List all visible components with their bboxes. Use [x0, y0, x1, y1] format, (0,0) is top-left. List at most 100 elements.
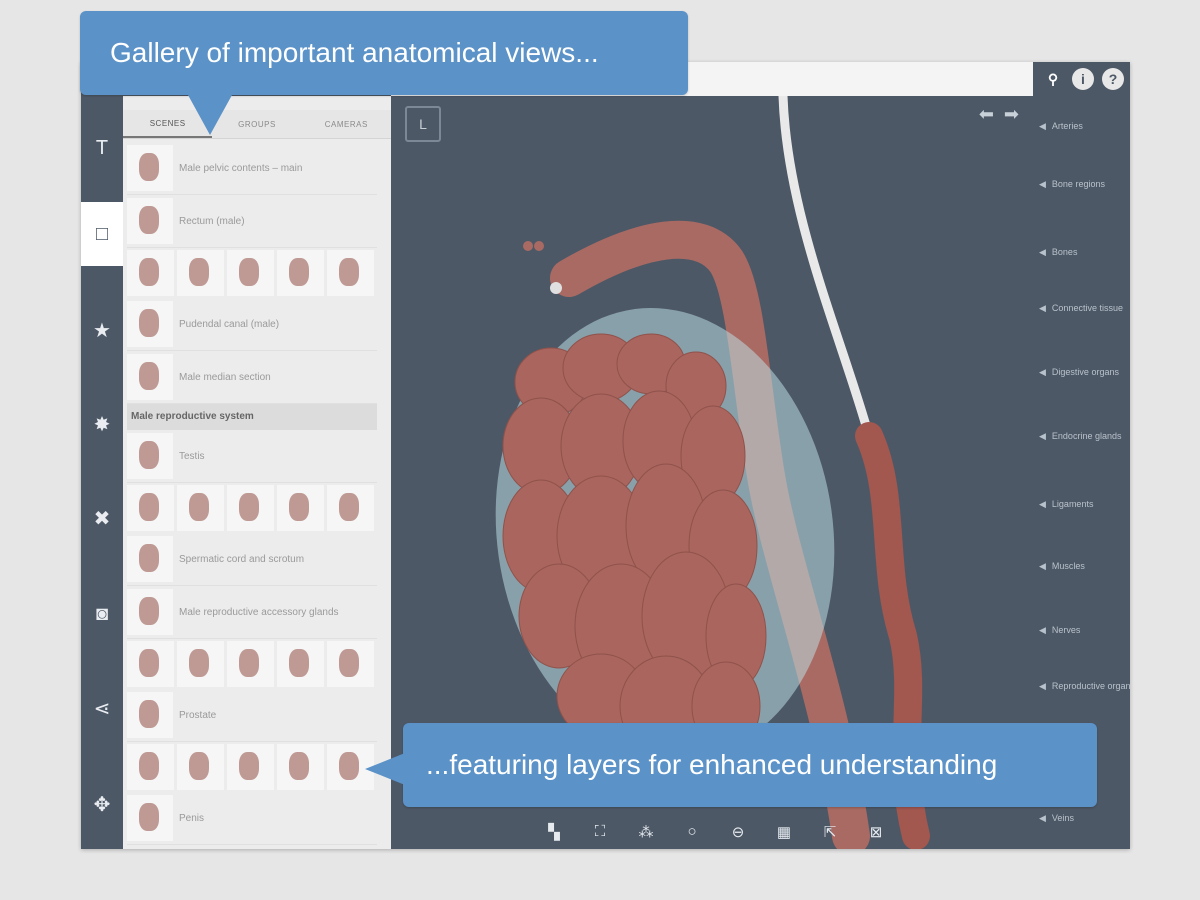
layer-thumbnail[interactable]	[327, 250, 374, 296]
isolate-icon[interactable]: ▚	[541, 823, 567, 841]
layer-thumbnail[interactable]	[227, 485, 274, 531]
camera-icon[interactable]: ◙	[81, 582, 123, 646]
menu-label: Arteries	[1051, 121, 1083, 131]
callout-pointer	[365, 753, 405, 785]
tool-glyph: ⊖	[731, 824, 745, 841]
hide-icon[interactable]: ⊖	[725, 823, 751, 841]
layer-thumbnail[interactable]	[177, 641, 224, 687]
star-icon[interactable]: ★	[81, 298, 123, 362]
menu-label: Reproductive organs	[1051, 681, 1130, 691]
search-icon[interactable]: ⚲	[1042, 68, 1064, 90]
layer-thumbnail[interactable]	[127, 485, 174, 531]
layer-thumbnail[interactable]	[277, 744, 324, 790]
layer-thumbnail[interactable]	[277, 250, 324, 296]
menu-label: Bone regions	[1051, 179, 1105, 189]
tab-cameras[interactable]: CAMERAS	[302, 110, 391, 138]
menu-item-veins[interactable]: ◀ Veins	[1033, 812, 1130, 824]
layer-thumbnail[interactable]	[127, 250, 174, 296]
chevron-left-icon: ◀	[1039, 247, 1046, 257]
text-icon[interactable]: T	[81, 116, 123, 180]
reset-icon[interactable]: ⊠	[863, 823, 889, 841]
tool-glyph: ⇱	[823, 824, 837, 841]
menu-item-muscles[interactable]: ◀ Muscles	[1033, 560, 1130, 572]
chevron-left-icon: ◀	[1039, 813, 1046, 823]
layer-thumbnail[interactable]	[177, 250, 224, 296]
fit-icon[interactable]: ⛶	[587, 823, 613, 841]
list-item[interactable]: Testis	[127, 430, 377, 483]
scene-thumbnail	[127, 589, 173, 635]
list-item[interactable]: Male median section	[127, 351, 377, 404]
scene-thumbnail	[127, 198, 173, 244]
tool-glyph: ⊠	[869, 824, 883, 841]
layer-thumbnail[interactable]	[327, 641, 374, 687]
list-item[interactable]: Male reproductive accessory glands	[127, 586, 377, 639]
list-item[interactable]: Prostate	[127, 689, 377, 742]
list-item[interactable]: Male pelvic contents – main	[127, 142, 377, 195]
list-item[interactable]: Pudendal canal (male)	[127, 298, 377, 351]
section-header: Male reproductive system	[127, 404, 377, 430]
menu-label: Digestive organs	[1051, 367, 1119, 377]
list-item[interactable]: Penis	[127, 792, 377, 845]
tools-icon[interactable]: ✖	[81, 486, 123, 550]
layer-thumbnail[interactable]	[227, 250, 274, 296]
menu-item-connective-tissue[interactable]: ◀ Connective tissue	[1033, 302, 1130, 314]
tool-glyph: ⛶	[594, 823, 606, 840]
menu-item-digestive-organs[interactable]: ◀ Digestive organs	[1033, 366, 1130, 378]
layer-thumbnail[interactable]	[177, 744, 224, 790]
info-icon[interactable]: i	[1072, 68, 1094, 90]
scene-label: Male median section	[179, 371, 271, 383]
layer-thumbnail[interactable]	[327, 485, 374, 531]
scene-label: Penis	[179, 812, 205, 824]
scene-label: Pudendal canal (male)	[179, 318, 280, 330]
explode-icon[interactable]: ⁂	[633, 823, 659, 841]
layer-thumbnail[interactable]	[277, 485, 324, 531]
layer-thumbnail[interactable]	[127, 641, 174, 687]
layer-thumbnail[interactable]	[127, 744, 174, 790]
scene-label: Testis	[179, 450, 205, 462]
chevron-left-icon: ◀	[1039, 625, 1046, 635]
menu-item-reproductive-organs[interactable]: ◀ Reproductive organs	[1033, 680, 1130, 692]
menu-item-arteries[interactable]: ◀ Arteries	[1033, 120, 1130, 132]
menu-item-nerves[interactable]: ◀ Nerves	[1033, 624, 1130, 636]
scene-thumbnail	[127, 795, 173, 841]
menu-label: Ligaments	[1051, 499, 1094, 509]
layer-thumbnail[interactable]	[277, 641, 324, 687]
menu-label: Nerves	[1051, 625, 1081, 635]
bottom-callout: ...featuring layers for enhanced underst…	[365, 723, 1097, 807]
chevron-left-icon: ◀	[1039, 303, 1046, 313]
chevron-left-icon: ◀	[1039, 179, 1046, 189]
menu-item-endocrine-glands[interactable]: ◀ Endocrine glands	[1033, 430, 1130, 442]
list-item[interactable]: Spermatic cord and scrotum	[127, 533, 377, 586]
tool-glyph: ▦	[776, 824, 792, 841]
list-item[interactable]: Rectum (male)	[127, 195, 377, 248]
bottom-callout-text: ...featuring layers for enhanced underst…	[426, 749, 998, 780]
layer-thumbnail[interactable]	[227, 744, 274, 790]
scene-thumbnail	[127, 301, 173, 347]
ghost-icon[interactable]: ○	[679, 823, 705, 841]
scene-label: Spermatic cord and scrotum	[179, 553, 305, 565]
tool-glyph: ▚	[548, 824, 560, 841]
menu-item-bones[interactable]: ◀ Bones	[1033, 246, 1130, 258]
help-icon[interactable]: ?	[1102, 68, 1124, 90]
tool-glyph: ○	[687, 823, 697, 840]
chevron-left-icon: ◀	[1039, 499, 1046, 509]
layer-thumbnail[interactable]	[177, 485, 224, 531]
chevron-left-icon: ◀	[1039, 681, 1046, 691]
square-icon[interactable]: □	[81, 202, 123, 266]
move-icon[interactable]: ✥	[81, 772, 123, 836]
menu-item-bone-regions[interactable]: ◀ Bone regions	[1033, 178, 1130, 190]
menu-label: Muscles	[1051, 561, 1085, 571]
menu-item-ligaments[interactable]: ◀ Ligaments	[1033, 498, 1130, 510]
scene-thumbnail	[127, 692, 173, 738]
left-toolbar: T □ ★ ✸ ✖ ◙ ⋖ ✥	[81, 96, 123, 849]
scene-thumbnail	[127, 536, 173, 582]
select-all-icon[interactable]: ▦	[771, 823, 797, 841]
pick-icon[interactable]: ⇱	[817, 823, 843, 841]
scene-label: Male pelvic contents – main	[179, 162, 303, 174]
viewport-toolbar: ▚ ⛶ ⁂ ○ ⊖ ▦ ⇱ ⊠	[541, 823, 889, 841]
share-icon[interactable]: ⋖	[81, 676, 123, 740]
chevron-left-icon: ◀	[1039, 431, 1046, 441]
gear-icon[interactable]: ✸	[81, 392, 123, 456]
menu-label: Veins	[1051, 813, 1074, 823]
layer-thumbnail[interactable]	[227, 641, 274, 687]
